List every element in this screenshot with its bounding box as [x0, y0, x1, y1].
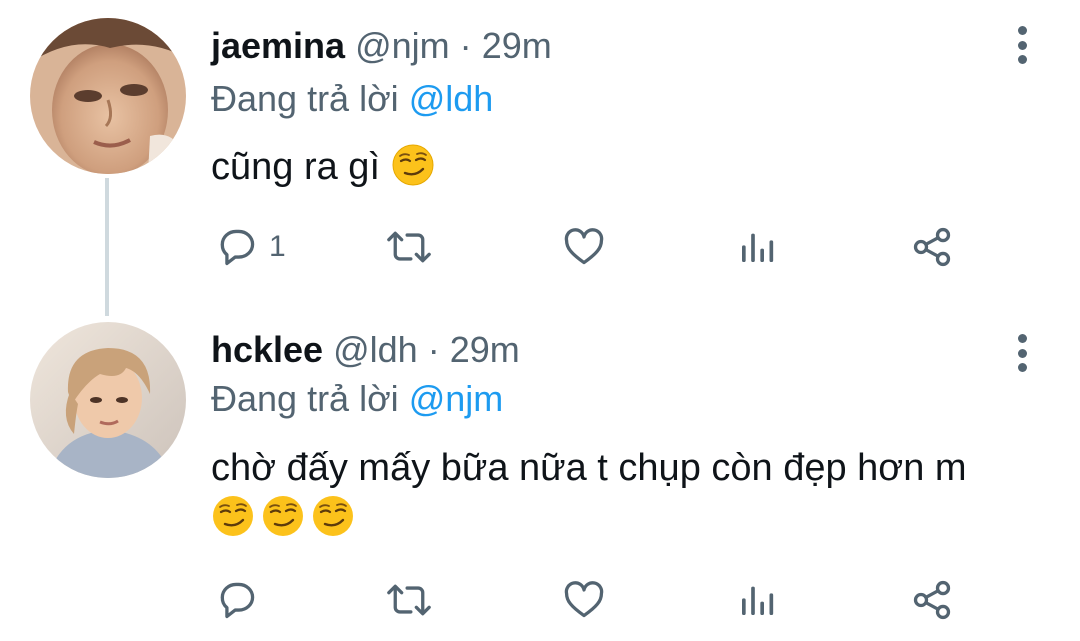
separator-dot: ·	[459, 25, 472, 66]
like-icon	[564, 581, 604, 618]
user-handle[interactable]: @ldh	[333, 329, 418, 370]
replying-to-label: Đang trả lời	[211, 378, 409, 419]
more-options-icon[interactable]	[1006, 22, 1038, 68]
avatar[interactable]	[30, 18, 186, 174]
timestamp[interactable]: 29m	[482, 25, 552, 66]
reply-button[interactable]	[215, 575, 259, 625]
tweet-actions: 1	[211, 222, 971, 272]
avatar[interactable]	[30, 322, 186, 478]
reply-icon	[220, 582, 255, 619]
share-icon	[913, 227, 951, 267]
replying-to-handle[interactable]: @njm	[409, 378, 504, 419]
retweet-button[interactable]	[385, 575, 433, 625]
tweet-text: chờ đấy mấy bữa nữa t chụp còn đẹp hơn m	[211, 443, 967, 543]
smirking-face-icon	[392, 144, 434, 186]
reply-icon	[220, 229, 255, 266]
retweet-button[interactable]	[385, 222, 433, 272]
like-button[interactable]	[561, 575, 607, 625]
retweet-icon	[387, 584, 431, 616]
smirking-face-icon	[263, 496, 303, 536]
replying-to-handle[interactable]: @ldh	[409, 78, 494, 119]
display-name[interactable]: jaemina	[211, 25, 345, 66]
separator-dot: ·	[427, 329, 440, 370]
tweet-text-line: chờ đấy mấy bữa nữa t chụp còn đẹp hơn m	[211, 447, 967, 489]
tweet[interactable]: jaemina @njm · 29m Đang trả lời @ldh cũn…	[0, 0, 1080, 316]
display-name[interactable]: hcklee	[211, 329, 323, 370]
stats-button[interactable]	[737, 222, 777, 272]
tweet-header: hcklee @ldh · 29m	[211, 329, 520, 371]
tweet-header: jaemina @njm · 29m	[211, 25, 552, 67]
timeline: jaemina @njm · 29m Đang trả lời @ldh cũn…	[0, 0, 1080, 641]
share-button[interactable]	[909, 222, 955, 272]
share-button[interactable]	[909, 575, 955, 625]
like-button[interactable]	[561, 222, 607, 272]
reply-button[interactable]: 1	[215, 222, 286, 272]
replying-to: Đang trả lời @ldh	[211, 78, 493, 120]
share-icon	[913, 580, 951, 620]
tweet-text-line: cũng ra gì	[211, 146, 380, 188]
replying-to: Đang trả lời @njm	[211, 378, 503, 420]
smirking-face-icon	[313, 496, 353, 536]
timestamp[interactable]: 29m	[450, 329, 520, 370]
replying-to-label: Đang trả lời	[211, 78, 409, 119]
user-handle[interactable]: @njm	[355, 25, 450, 66]
smirking-face-icon	[213, 496, 253, 536]
stats-icon	[742, 586, 774, 615]
reply-count: 1	[269, 230, 286, 263]
retweet-icon	[387, 231, 431, 263]
tweet-text: cũng ra gì	[211, 142, 441, 192]
more-options-icon[interactable]	[1006, 330, 1038, 376]
tweet[interactable]: hcklee @ldh · 29m Đang trả lời @njm chờ …	[0, 316, 1080, 641]
like-icon	[564, 228, 604, 265]
tweet-actions	[211, 575, 971, 625]
stats-icon	[742, 233, 774, 262]
emoji-row	[211, 493, 967, 543]
stats-button[interactable]	[737, 575, 777, 625]
